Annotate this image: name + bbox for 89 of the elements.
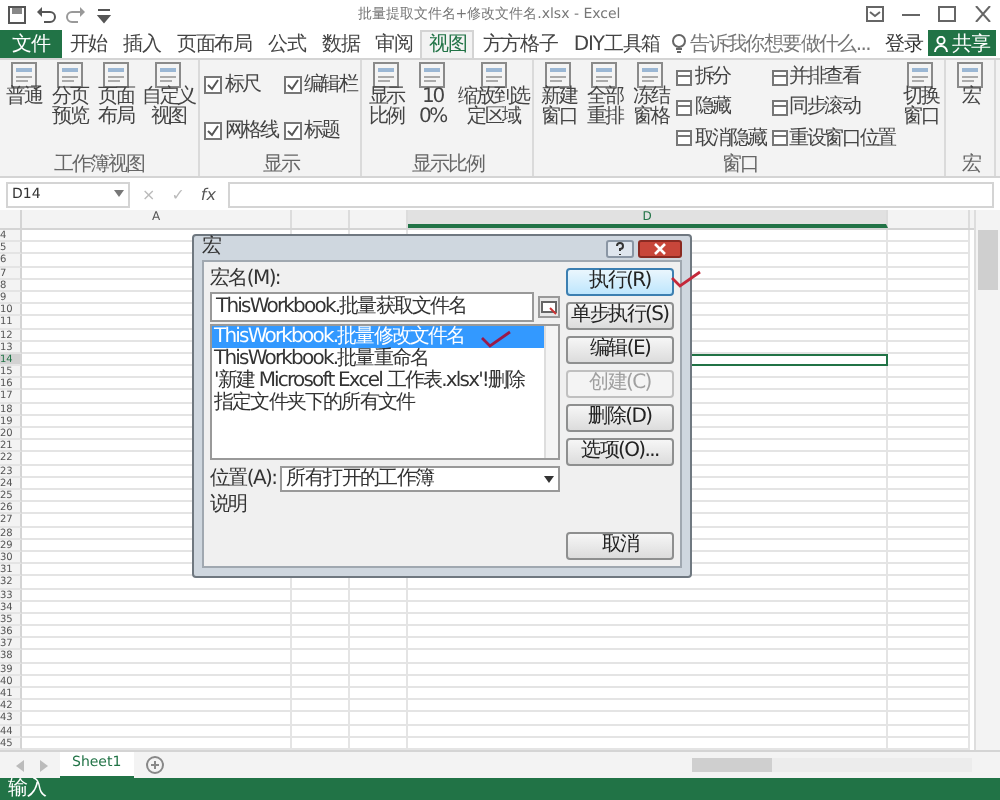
group-label: 显示比例 bbox=[409, 154, 487, 176]
ribbon-button[interactable]: 拆分 bbox=[676, 66, 766, 89]
dialog-button[interactable]: 执行(R) bbox=[566, 268, 674, 296]
group-label: 窗口 bbox=[719, 154, 760, 176]
ribbon-tab[interactable]: 开始 bbox=[61, 29, 116, 57]
redo-icon[interactable] bbox=[66, 5, 86, 23]
ribbon-tab[interactable]: 插入 bbox=[115, 29, 169, 57]
ribbon-button[interactable]: 显示比例 bbox=[364, 62, 409, 154]
ribbon-button[interactable]: 重设窗口位置 bbox=[771, 127, 895, 150]
lightbulb-icon bbox=[672, 33, 687, 53]
ribbon-button[interactable]: 切换窗口 bbox=[898, 62, 943, 154]
check-icon bbox=[285, 124, 300, 138]
next-sheet-icon[interactable] bbox=[38, 759, 48, 771]
ribbon-tab[interactable]: 方方格子 bbox=[474, 29, 566, 57]
macro-name-field[interactable]: ThisWorkbook.批量获取文件名 bbox=[210, 292, 534, 322]
check-icon bbox=[285, 78, 300, 92]
tell-me-field[interactable]: 告诉我你想要做什么... bbox=[672, 29, 885, 57]
previous-sheet-icon[interactable] bbox=[16, 759, 26, 771]
check-icon bbox=[206, 124, 221, 138]
ribbon-checkbox[interactable]: 标题 bbox=[283, 120, 357, 142]
ribbon-tab[interactable]: 文件 bbox=[0, 29, 62, 57]
maximize-icon[interactable] bbox=[938, 6, 956, 22]
ribbon-button[interactable]: 全部重排 bbox=[582, 62, 627, 154]
ribbon-button[interactable]: 缩放到选定区域 bbox=[456, 62, 531, 154]
help-icon[interactable] bbox=[606, 239, 634, 257]
status-text: 输入 bbox=[8, 778, 46, 800]
dropdown-icon bbox=[544, 475, 554, 483]
close-icon[interactable] bbox=[638, 239, 682, 257]
close-icon[interactable] bbox=[974, 6, 992, 22]
cancel-button[interactable]: 取消 bbox=[566, 532, 674, 560]
window-command-icon bbox=[676, 69, 693, 86]
ribbon-button[interactable]: 普通 bbox=[2, 62, 46, 154]
macro-list-item[interactable]: ThisWorkbook.批量重命名 bbox=[212, 348, 544, 370]
group-label: 宏 bbox=[959, 154, 983, 176]
ribbon-button[interactable]: 宏 bbox=[948, 62, 993, 154]
collapse-dialog-icon[interactable] bbox=[538, 296, 560, 318]
ribbon-checkbox[interactable]: 编辑栏 bbox=[283, 74, 357, 96]
dialog-button[interactable]: 删除(D) bbox=[566, 404, 674, 432]
dialog-button[interactable]: 单步执行(S) bbox=[566, 302, 674, 330]
ribbon-button[interactable]: 分页预览 bbox=[48, 62, 92, 154]
macro-list-item[interactable]: '新建 Microsoft Excel 工作表.xlsx'!删除指定文件夹下的所有文件 bbox=[212, 370, 544, 414]
ribbon-button[interactable]: 同步滚动 bbox=[771, 96, 895, 119]
ribbon-button[interactable]: 新建窗口 bbox=[536, 62, 581, 154]
ribbon-tab[interactable]: 数据 bbox=[313, 29, 368, 57]
list-scrollbar[interactable] bbox=[544, 326, 558, 458]
ribbon-button[interactable]: 冻结窗格 bbox=[628, 62, 673, 154]
formula-input[interactable] bbox=[227, 181, 994, 207]
ribbon-tab[interactable]: DIY工具箱 bbox=[565, 29, 669, 57]
ribbon-checkbox[interactable]: 网格线 bbox=[204, 120, 278, 142]
window-command-icon bbox=[771, 130, 788, 147]
ribbon-button[interactable]: 隐藏 bbox=[676, 96, 766, 119]
location-label: 位置(A): bbox=[210, 468, 277, 490]
ribbon-button[interactable]: 取消隐藏 bbox=[676, 127, 766, 150]
ribbon-tab[interactable]: 公式 bbox=[260, 29, 314, 57]
ribbon-options-icon[interactable] bbox=[866, 6, 884, 22]
ribbon-tab[interactable]: 审阅 bbox=[367, 29, 421, 57]
dropdown-icon bbox=[114, 190, 124, 198]
ribbon-button[interactable]: 页面布局 bbox=[94, 62, 138, 154]
undo-icon[interactable] bbox=[36, 5, 56, 23]
check-icon bbox=[206, 78, 221, 92]
group-label: 工作簿视图 bbox=[52, 154, 147, 176]
ribbon-button[interactable]: 自定义视图 bbox=[140, 62, 197, 154]
ribbon-button[interactable]: 并排查看 bbox=[771, 66, 895, 89]
window-command-icon bbox=[676, 99, 693, 116]
horizontal-scrollbar[interactable] bbox=[692, 758, 972, 772]
ribbon-tab[interactable]: 页面布局 bbox=[168, 29, 261, 57]
customize-icon[interactable] bbox=[96, 5, 112, 23]
window-command-icon bbox=[676, 130, 693, 147]
share-button[interactable]: 共享 bbox=[928, 30, 996, 56]
vertical-scrollbar[interactable] bbox=[974, 210, 1000, 750]
check-mark-icon bbox=[670, 270, 702, 288]
insert-function-button[interactable]: fx bbox=[196, 185, 220, 203]
check-mark-icon bbox=[480, 330, 512, 348]
location-dropdown[interactable]: 所有打开的工作簿 bbox=[280, 466, 560, 492]
dialog-title: 宏 bbox=[202, 238, 221, 258]
macro-name-label: 宏名(M): bbox=[210, 268, 282, 290]
window-command-icon bbox=[771, 69, 788, 86]
ribbon-button[interactable]: 100% bbox=[410, 62, 455, 154]
group-label: 显示 bbox=[260, 154, 302, 176]
person-icon bbox=[934, 35, 949, 51]
ribbon-tab[interactable]: 视图 bbox=[420, 29, 475, 57]
save-icon[interactable] bbox=[8, 5, 26, 23]
add-sheet-icon[interactable] bbox=[145, 756, 164, 774]
sign-in-link[interactable]: 登录 bbox=[884, 29, 923, 57]
description-label: 说明 bbox=[210, 494, 249, 516]
ribbon-checkbox[interactable]: 标尺 bbox=[204, 74, 278, 96]
dialog-button[interactable]: 选项(O)... bbox=[566, 438, 674, 466]
dialog-button[interactable]: 编辑(E) bbox=[566, 336, 674, 364]
window-command-icon bbox=[771, 99, 788, 116]
